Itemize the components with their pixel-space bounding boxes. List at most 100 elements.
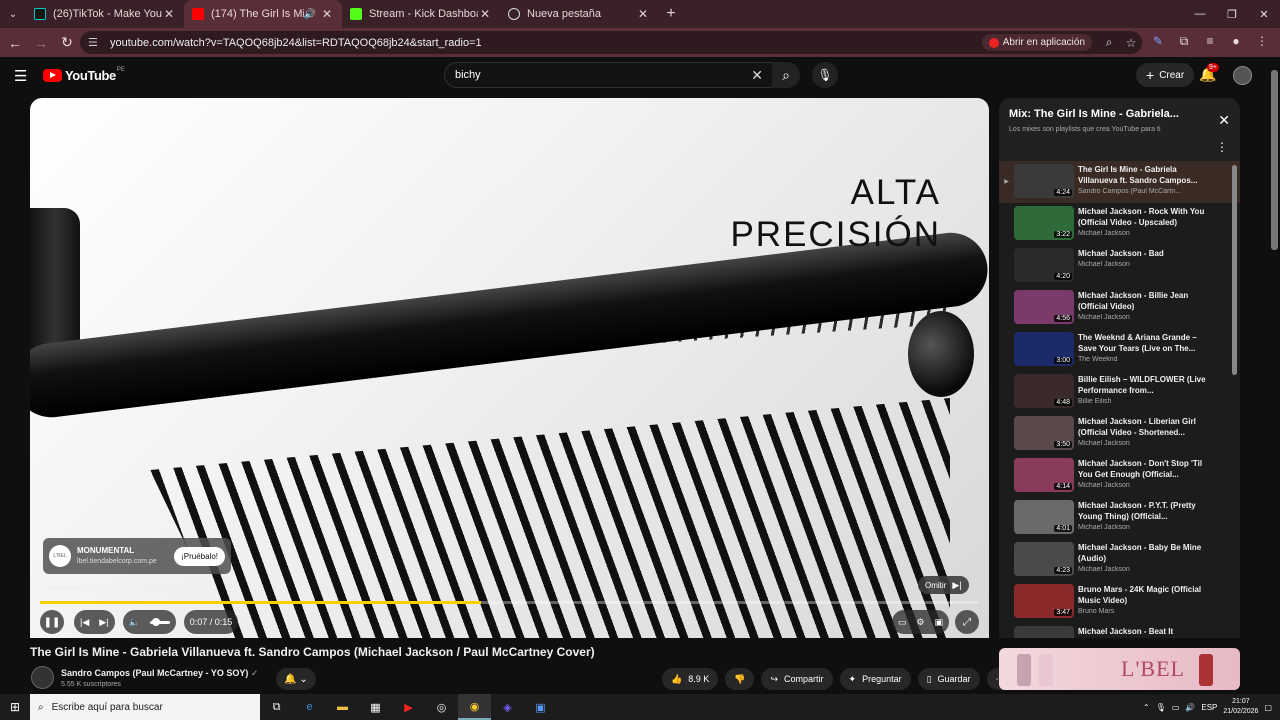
tab-new[interactable]: Nueva pestaña ✕: [500, 0, 658, 28]
channel-avatar[interactable]: [31, 666, 54, 689]
restore-icon[interactable]: ❐: [1216, 0, 1248, 28]
ad-cta-button[interactable]: ¡Pruébalo!: [174, 546, 225, 566]
playlist-item[interactable]: 4:56 Michael Jackson - Billie Jean (Offic…: [999, 287, 1240, 329]
translate-icon[interactable]: ✎: [1148, 34, 1168, 49]
video-thumbnail[interactable]: 3:50: [1014, 416, 1074, 450]
close-tab-icon[interactable]: ✕: [162, 7, 176, 21]
tab-tiktok[interactable]: (26)TikTok - Make Your Day ✕: [26, 0, 184, 28]
sidebar-ad-banner[interactable]: L'BEL: [999, 648, 1240, 690]
close-tab-icon[interactable]: ✕: [478, 7, 492, 21]
volume-icon[interactable]: 🔊: [1185, 703, 1195, 712]
video-thumbnail[interactable]: 4:23: [1014, 542, 1074, 576]
playlist-item[interactable]: 3:50 Michael Jackson - Liberian Girl (Off…: [999, 413, 1240, 455]
notifications-button[interactable]: 🔔 9+: [1199, 63, 1219, 83]
video-thumbnail[interactable]: 3:22: [1014, 206, 1074, 240]
close-icon[interactable]: ✕: [1218, 112, 1230, 129]
video-thumbnail[interactable]: 4:24: [1014, 164, 1074, 198]
playlist-item[interactable]: ▶ 4:24 The Girl Is Mine - Gabriela Villanu…: [999, 161, 1240, 203]
playlist-item[interactable]: 3:22 Michael Jackson - Rock With You (Off…: [999, 203, 1240, 245]
app-icon[interactable]: ◎: [425, 694, 458, 720]
chrome-icon[interactable]: ◉: [458, 694, 491, 720]
playlist-item[interactable]: 4:48 Billie Eilish – WILDFLOWER (Live Per…: [999, 371, 1240, 413]
video-thumbnail[interactable]: 4:01: [1014, 500, 1074, 534]
clock[interactable]: 21:07 21/02/2026: [1223, 697, 1258, 717]
playlist-item[interactable]: 3:00 The Weeknd & Ariana Grande – Save Yo…: [999, 329, 1240, 371]
channel-name[interactable]: Sandro Campos (Paul McCartney - YO SOY) …: [61, 668, 258, 679]
ad-card[interactable]: L'BEL MONUMENTAL lbel.tiendabelcorp.com.…: [43, 538, 231, 574]
forward-icon[interactable]: →: [30, 35, 52, 51]
notifications-icon[interactable]: ▢: [1264, 703, 1272, 712]
reading-list-icon[interactable]: ≡: [1200, 34, 1220, 49]
bookmark-star-icon[interactable]: ☆: [1120, 36, 1142, 50]
video-thumbnail[interactable]: 4:48: [1014, 374, 1074, 408]
tab-youtube[interactable]: (174) The Girl Is Mine - Gabi 🔊 ✕: [184, 0, 342, 28]
search-button[interactable]: ⌕: [772, 62, 800, 88]
zoom-icon[interactable]: ⌕: [1098, 35, 1120, 50]
video-thumbnail[interactable]: [1014, 626, 1074, 638]
omnibox[interactable]: ☰ youtube.com/watch?v=TAQOQ68jb24&list=R…: [80, 31, 1142, 54]
windows-start-icon[interactable]: ⊞: [0, 700, 30, 714]
volume-icon[interactable]: 🔈: [129, 617, 140, 628]
pause-button[interactable]: ❚❚: [40, 610, 64, 634]
new-tab-button[interactable]: +: [658, 5, 684, 23]
tab-kick[interactable]: Stream - Kick Dashboard ✕: [342, 0, 500, 28]
fullscreen-button[interactable]: ⤢: [955, 610, 979, 634]
skip-ad-button[interactable]: Omitir ▶|: [918, 576, 969, 594]
video-thumbnail[interactable]: 3:00: [1014, 332, 1074, 366]
task-view-icon[interactable]: ⧉: [260, 694, 293, 720]
more-vert-icon[interactable]: ⋮: [1216, 140, 1228, 154]
voice-search-button[interactable]: 🎙: [812, 62, 838, 88]
video-thumbnail[interactable]: 4:20: [1014, 248, 1074, 282]
save-button[interactable]: ▯ Guardar: [917, 668, 980, 690]
app2-icon[interactable]: ▣: [524, 694, 557, 720]
youtube-app-icon[interactable]: ▶: [392, 694, 425, 720]
browser-menu-icon[interactable]: ⋮: [1252, 34, 1272, 49]
clear-search-icon[interactable]: ✕: [751, 67, 763, 84]
extensions-icon[interactable]: ⧉: [1174, 34, 1194, 49]
account-avatar[interactable]: [1233, 66, 1252, 85]
url-text[interactable]: youtube.com/watch?v=TAQOQ68jb24&list=RDT…: [110, 37, 982, 49]
close-window-icon[interactable]: ✕: [1248, 0, 1280, 28]
language-indicator[interactable]: ESP: [1201, 703, 1217, 712]
video-player[interactable]: ALTA PRECISIÓN L'BEL MONUMENTAL lbel.tie…: [30, 98, 989, 638]
file-explorer-icon[interactable]: ▬: [326, 694, 359, 720]
minimize-icon[interactable]: —: [1184, 0, 1216, 28]
page-scrollbar[interactable]: [1271, 70, 1278, 250]
store-icon[interactable]: ▦: [359, 694, 392, 720]
discord-icon[interactable]: ◈: [491, 694, 524, 720]
open-in-app-button[interactable]: Abrir en aplicación: [981, 34, 1092, 51]
playlist-item[interactable]: 4:23 Michael Jackson - Baby Be Mine (Audi…: [999, 539, 1240, 581]
subscription-bell-button[interactable]: 🔔 ⌄: [276, 668, 316, 690]
like-button[interactable]: 👍 8.9 K: [662, 668, 719, 690]
tab-search-icon[interactable]: ⌄: [0, 0, 26, 28]
close-tab-icon[interactable]: ✕: [320, 7, 334, 21]
volume-slider[interactable]: [149, 617, 170, 626]
close-tab-icon[interactable]: ✕: [636, 7, 650, 21]
ask-button[interactable]: ✦ Preguntar: [839, 668, 911, 690]
playlist-item[interactable]: 4:14 Michael Jackson - Don't Stop 'Til Yo…: [999, 455, 1240, 497]
video-thumbnail[interactable]: 4:14: [1014, 458, 1074, 492]
create-button[interactable]: + Crear: [1136, 63, 1195, 87]
progress-bar[interactable]: [40, 601, 978, 604]
playlist-item[interactable]: Michael Jackson - Beat It: [999, 623, 1240, 638]
speaker-icon[interactable]: 🔊: [304, 9, 316, 20]
site-info-icon[interactable]: ☰: [88, 36, 102, 49]
profile-icon[interactable]: ●: [1226, 34, 1246, 49]
previous-icon[interactable]: |◀: [80, 617, 89, 628]
playlist-scrollbar[interactable]: [1232, 165, 1237, 375]
youtube-logo[interactable]: YouTube PE: [43, 67, 125, 83]
microphone-icon[interactable]: 🎙: [1156, 703, 1166, 712]
search-input[interactable]: bichy ✕: [444, 62, 774, 88]
video-thumbnail[interactable]: 3:47: [1014, 584, 1074, 618]
playlist-item[interactable]: 4:01 Michael Jackson - P.Y.T. (Pretty You…: [999, 497, 1240, 539]
back-icon[interactable]: ←: [4, 35, 26, 51]
subtitles-icon[interactable]: ▭: [898, 617, 907, 628]
tray-chevron-icon[interactable]: ⌃: [1143, 703, 1150, 712]
share-button[interactable]: ↪ Compartir: [761, 668, 833, 690]
video-thumbnail[interactable]: 4:56: [1014, 290, 1074, 324]
edge-icon[interactable]: e: [293, 694, 326, 720]
network-icon[interactable]: ▭: [1172, 703, 1180, 712]
dislike-button[interactable]: 👎: [725, 668, 755, 690]
taskbar-search[interactable]: ⌕ Escribe aquí para buscar: [30, 694, 260, 720]
next-icon[interactable]: ▶|: [99, 617, 108, 628]
